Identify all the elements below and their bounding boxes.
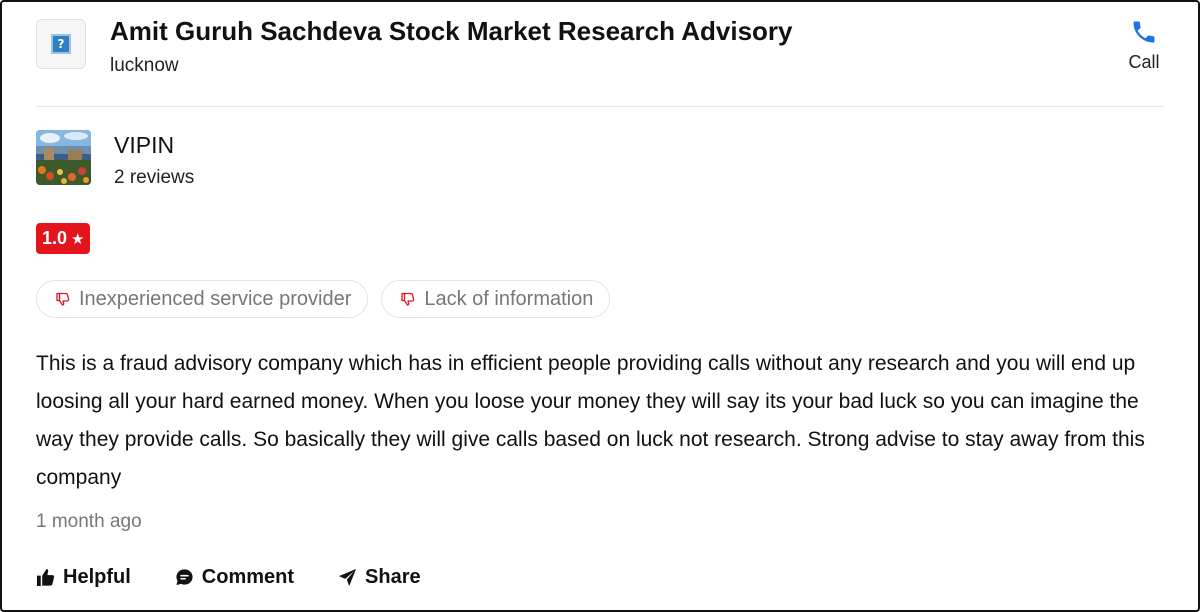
phone-icon bbox=[1133, 21, 1155, 43]
review-timestamp: 1 month ago bbox=[36, 511, 142, 532]
rating-value: 1.0 bbox=[42, 228, 68, 248]
tag-label: Lack of information bbox=[424, 287, 594, 310]
review-actions: Helpful Comment Share bbox=[36, 566, 465, 589]
divider bbox=[36, 106, 1164, 107]
comment-icon bbox=[176, 569, 193, 586]
tag-label: Inexperienced service provider bbox=[79, 287, 352, 310]
rating-badge: 1.0 ★ bbox=[36, 223, 91, 254]
avatar-image bbox=[36, 130, 91, 185]
share-label: Share bbox=[365, 566, 421, 588]
business-logo[interactable]: ? bbox=[36, 19, 86, 69]
reviewer-avatar[interactable] bbox=[36, 130, 91, 185]
star-icon: ★ bbox=[71, 230, 85, 248]
call-button[interactable]: Call bbox=[1124, 18, 1164, 73]
question-mark-icon: ? bbox=[51, 34, 71, 54]
comment-label: Comment bbox=[201, 566, 295, 588]
thumbs-down-icon bbox=[401, 292, 415, 306]
call-label: Call bbox=[1128, 52, 1160, 72]
helpful-label: Helpful bbox=[63, 566, 131, 588]
share-button[interactable]: Share bbox=[338, 566, 421, 589]
tag-inexperienced[interactable]: Inexperienced service provider bbox=[36, 280, 369, 318]
send-icon bbox=[338, 568, 357, 587]
review-text: This is a fraud advisory company which h… bbox=[36, 352, 1145, 489]
business-name[interactable]: Amit Guruh Sachdeva Stock Market Researc… bbox=[110, 16, 793, 47]
comment-button[interactable]: Comment bbox=[175, 566, 294, 589]
reviewer-review-count: 2 reviews bbox=[114, 167, 195, 188]
helpful-button[interactable]: Helpful bbox=[36, 566, 131, 589]
business-city: lucknow bbox=[110, 55, 179, 76]
thumbs-down-icon bbox=[56, 292, 70, 306]
review-card: ? Amit Guruh Sachdeva Stock Market Resea… bbox=[0, 0, 1200, 612]
review-tags: Inexperienced service provider Lack of i… bbox=[36, 280, 611, 318]
tag-lack-of-information[interactable]: Lack of information bbox=[381, 280, 611, 318]
reviewer-name[interactable]: VIPIN bbox=[114, 132, 174, 159]
thumbs-up-icon bbox=[36, 568, 55, 587]
